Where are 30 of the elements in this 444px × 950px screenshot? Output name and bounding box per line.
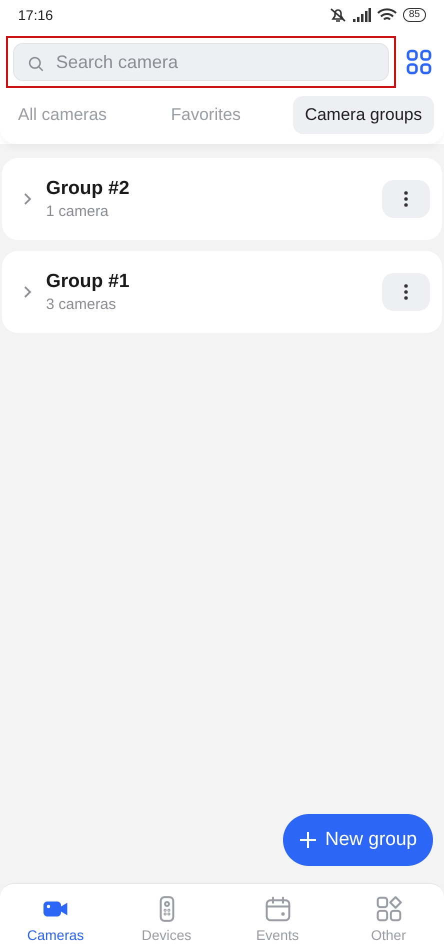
group-card[interactable]: Group #1 3 cameras [2,251,442,333]
chevron-right-icon [22,285,32,299]
more-vertical-icon [404,191,408,207]
nav-tab[interactable]: Events [222,884,333,950]
search-icon [27,55,45,73]
camera-count: 3 cameras [46,295,118,315]
tab[interactable]: Camera groups [292,96,434,134]
group-name: Group #1 [46,270,130,294]
nav-tab[interactable]: Cameras [0,884,111,950]
group-card[interactable]: Group #2 1 camera [2,158,442,240]
camera-count: 1 camera [46,202,110,222]
battery-indicator: 85 [402,8,426,22]
status-time: 17:16 [18,6,54,24]
plus-icon [299,831,318,849]
more-vertical-icon [404,284,408,300]
tab[interactable]: Favorites [158,96,253,134]
chevron-right-icon [22,192,32,206]
new-group-button[interactable]: New group [283,814,433,866]
apps-icon [374,894,404,924]
signal-icon [352,8,371,22]
more-button[interactable] [382,180,430,218]
wifi-icon [376,8,397,22]
nav-tab[interactable]: Devices [111,884,222,950]
more-button[interactable] [382,273,430,311]
muted-bell-icon [328,7,347,23]
tab[interactable]: All cameras [6,96,119,134]
search-field[interactable]: Search camera [13,43,389,81]
grid-view-button[interactable] [406,48,434,76]
nav-tab[interactable]: Other [333,884,444,950]
group-name: Group #2 [46,177,130,201]
